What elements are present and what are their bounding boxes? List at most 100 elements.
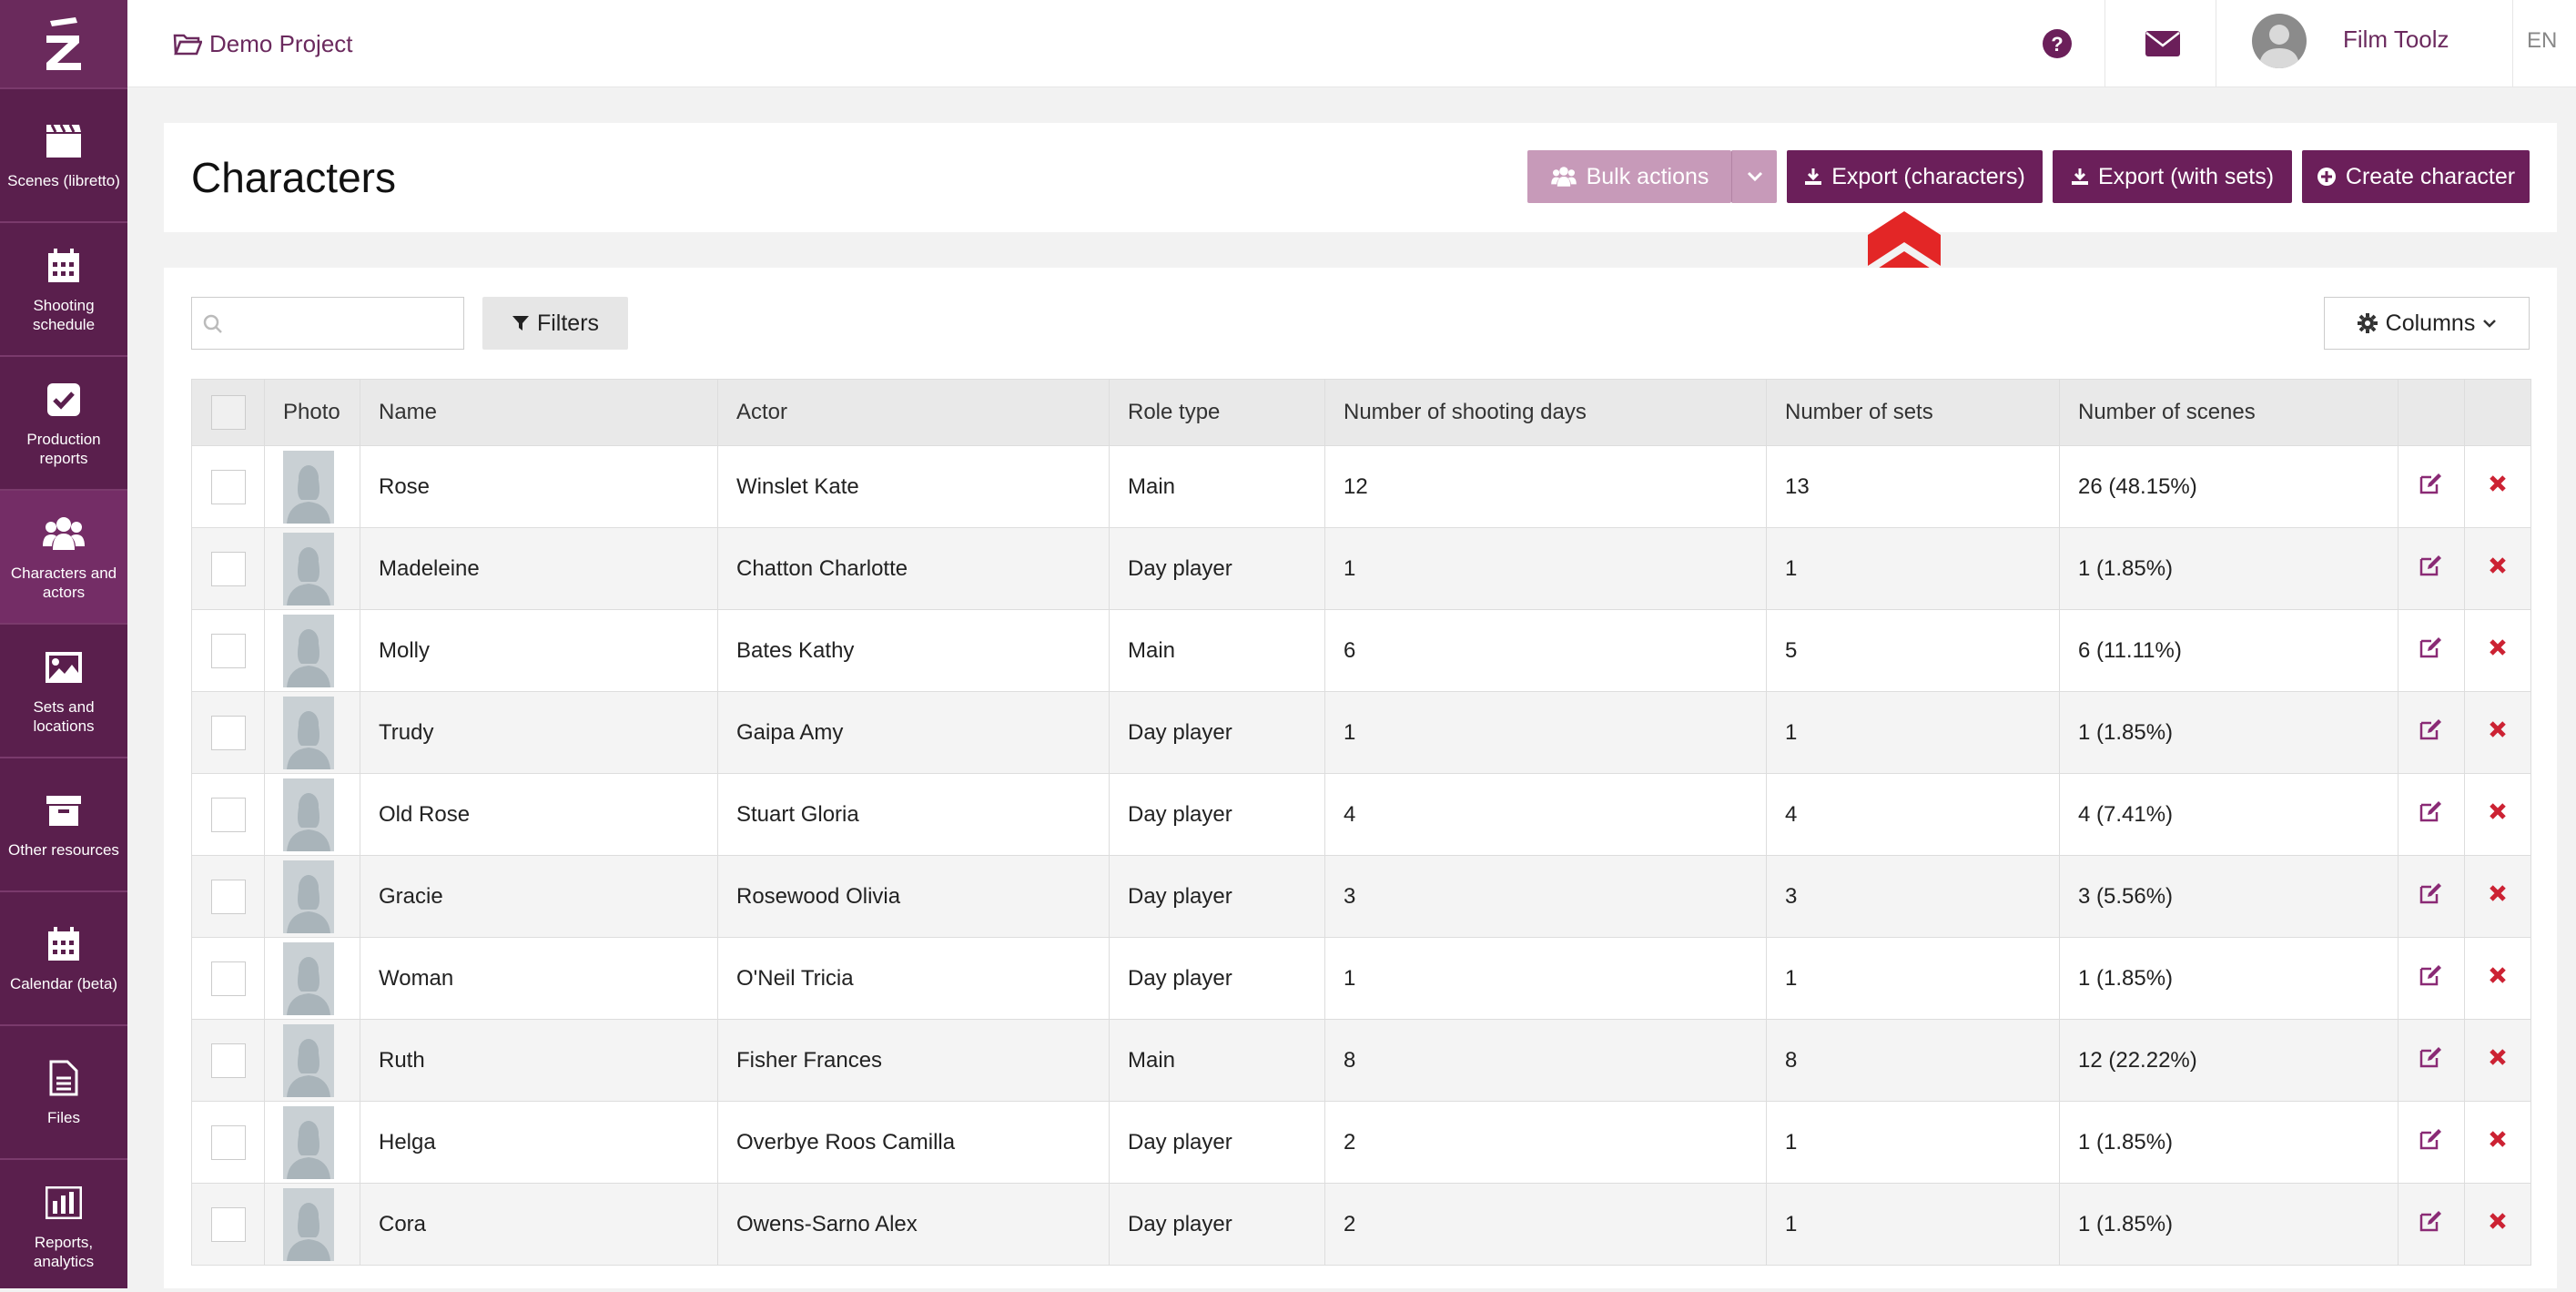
columns-button[interactable]: Columns <box>2324 297 2530 350</box>
character-photo[interactable] <box>283 778 334 851</box>
project-selector[interactable]: Demo Project <box>173 0 353 87</box>
bulk-actions-button[interactable]: Bulk actions <box>1527 150 1731 203</box>
column-header-actor[interactable]: Actor <box>717 379 1110 446</box>
column-header-sets[interactable]: Number of sets <box>1766 379 2060 446</box>
column-header-shooting-days[interactable]: Number of shooting days <box>1324 379 1767 446</box>
character-name[interactable]: Woman <box>360 937 718 1020</box>
help-button[interactable]: ? <box>2021 0 2094 87</box>
export-with-sets-button[interactable]: Export (with sets) <box>2053 150 2292 203</box>
character-photo[interactable] <box>283 1105 334 1179</box>
search-input[interactable] <box>228 298 460 351</box>
edit-icon[interactable] <box>2419 472 2444 495</box>
avatar[interactable] <box>2252 14 2307 68</box>
delete-icon[interactable] <box>2488 883 2508 903</box>
character-name[interactable]: Cora <box>360 1183 718 1266</box>
edit-icon[interactable] <box>2419 636 2444 659</box>
row-checkbox[interactable] <box>210 633 246 668</box>
character-photo[interactable] <box>283 696 334 769</box>
sidebar-item-reports-analytics[interactable]: Reports, analytics <box>0 1158 127 1292</box>
delete-icon[interactable] <box>2488 719 2508 739</box>
character-name[interactable]: Ruth <box>360 1019 718 1102</box>
edit-icon[interactable] <box>2419 963 2444 987</box>
actor-name: Stuart Gloria <box>717 773 1110 856</box>
bulk-actions-dropdown-toggle[interactable] <box>1731 150 1777 203</box>
row-checkbox[interactable] <box>210 551 246 586</box>
export-characters-button[interactable]: Export (characters) <box>1787 150 2043 203</box>
edit-icon[interactable] <box>2419 717 2444 741</box>
row-checkbox[interactable] <box>210 715 246 750</box>
table-row[interactable]: Ruth Fisher Frances Main 8 8 12 (22.22%) <box>191 1019 2531 1102</box>
shooting-days: 12 <box>1324 445 1767 528</box>
table-row[interactable]: Molly Bates Kathy Main 6 5 6 (11.11%) <box>191 609 2531 692</box>
edit-icon[interactable] <box>2419 554 2444 577</box>
row-checkbox[interactable] <box>210 1206 246 1242</box>
table-row[interactable]: Cora Owens-Sarno Alex Day player 2 1 1 (1.85%… <box>191 1183 2531 1266</box>
character-name[interactable]: Rose <box>360 445 718 528</box>
delete-icon[interactable] <box>2488 1129 2508 1149</box>
sidebar-item-label: Scenes (libretto) <box>7 172 120 189</box>
sidebar-item-shooting-schedule[interactable]: Shooting schedule <box>0 221 127 355</box>
column-header-role-type[interactable]: Role type <box>1109 379 1325 446</box>
character-photo[interactable] <box>283 614 334 687</box>
messages-button[interactable] <box>2117 0 2208 87</box>
search-field[interactable] <box>191 297 464 351</box>
sidebar-item-characters-and-actors[interactable]: Characters and actors <box>0 489 127 623</box>
character-photo[interactable] <box>283 1187 334 1261</box>
select-all-checkbox[interactable] <box>210 395 246 430</box>
table-row[interactable]: Trudy Gaipa Amy Day player 1 1 1 (1.85%) <box>191 691 2531 774</box>
edit-icon[interactable] <box>2419 1127 2444 1151</box>
character-name[interactable]: Old Rose <box>360 773 718 856</box>
delete-icon[interactable] <box>2488 965 2508 985</box>
sidebar-item-other-resources[interactable]: Other resources <box>0 757 127 890</box>
delete-icon[interactable] <box>2488 473 2508 493</box>
character-photo[interactable] <box>283 450 334 524</box>
photo-cell <box>264 1101 360 1184</box>
filters-button[interactable]: Filters <box>482 297 628 350</box>
sidebar-item-calendar[interactable]: Calendar (beta) <box>0 890 127 1024</box>
character-name[interactable]: Gracie <box>360 855 718 938</box>
column-header-scenes[interactable]: Number of scenes <box>2059 379 2399 446</box>
scenes-count: 1 (1.85%) <box>2059 527 2399 610</box>
character-photo[interactable] <box>283 1023 334 1097</box>
edit-icon[interactable] <box>2419 1045 2444 1069</box>
column-header-name[interactable]: Name <box>360 379 718 446</box>
character-name[interactable]: Madeleine <box>360 527 718 610</box>
table-row[interactable]: Old Rose Stuart Gloria Day player 4 4 4 (7.41… <box>191 773 2531 856</box>
sidebar-item-scenes[interactable]: Scenes (libretto) <box>0 87 127 221</box>
character-photo[interactable] <box>283 532 334 605</box>
sets-count: 1 <box>1766 937 2060 1020</box>
character-photo[interactable] <box>283 860 334 933</box>
table-row[interactable]: Helga Overbye Roos Camilla Day player 2 1 1 (… <box>191 1101 2531 1184</box>
row-checkbox[interactable] <box>210 879 246 914</box>
row-checkbox[interactable] <box>210 961 246 996</box>
table-row[interactable]: Rose Winslet Kate Main 12 13 26 (48.15%) <box>191 445 2531 528</box>
edit-icon[interactable] <box>2419 881 2444 905</box>
table-row[interactable]: Madeleine Chatton Charlotte Day player 1 1 1 … <box>191 527 2531 610</box>
edit-icon[interactable] <box>2419 799 2444 823</box>
character-name[interactable]: Helga <box>360 1101 718 1184</box>
svg-text:?: ? <box>2051 33 2063 56</box>
sidebar-item-sets-and-locations[interactable]: Sets and locations <box>0 623 127 757</box>
table-row[interactable]: Woman O'Neil Tricia Day player 1 1 1 (1.85%) <box>191 937 2531 1020</box>
row-checkbox[interactable] <box>210 1124 246 1160</box>
row-checkbox[interactable] <box>210 469 246 504</box>
delete-icon[interactable] <box>2488 1047 2508 1067</box>
user-name[interactable]: Film Toolz <box>2343 0 2449 78</box>
character-name[interactable]: Molly <box>360 609 718 692</box>
sidebar-item-production-reports[interactable]: Production reports <box>0 355 127 489</box>
delete-icon[interactable] <box>2488 801 2508 821</box>
delete-icon[interactable] <box>2488 637 2508 657</box>
row-checkbox[interactable] <box>210 797 246 832</box>
edit-icon[interactable] <box>2419 1209 2444 1233</box>
delete-icon[interactable] <box>2488 1211 2508 1231</box>
character-name[interactable]: Trudy <box>360 691 718 774</box>
table-row[interactable]: Gracie Rosewood Olivia Day player 3 3 3 (5.56… <box>191 855 2531 938</box>
language-selector[interactable]: EN <box>2527 0 2557 82</box>
create-character-button[interactable]: Create character <box>2302 150 2530 203</box>
logo[interactable] <box>0 0 127 87</box>
sidebar-item-files[interactable]: Files <box>0 1024 127 1158</box>
column-header-photo[interactable]: Photo <box>264 379 360 446</box>
delete-icon[interactable] <box>2488 555 2508 575</box>
character-photo[interactable] <box>283 941 334 1015</box>
row-checkbox[interactable] <box>210 1043 246 1078</box>
